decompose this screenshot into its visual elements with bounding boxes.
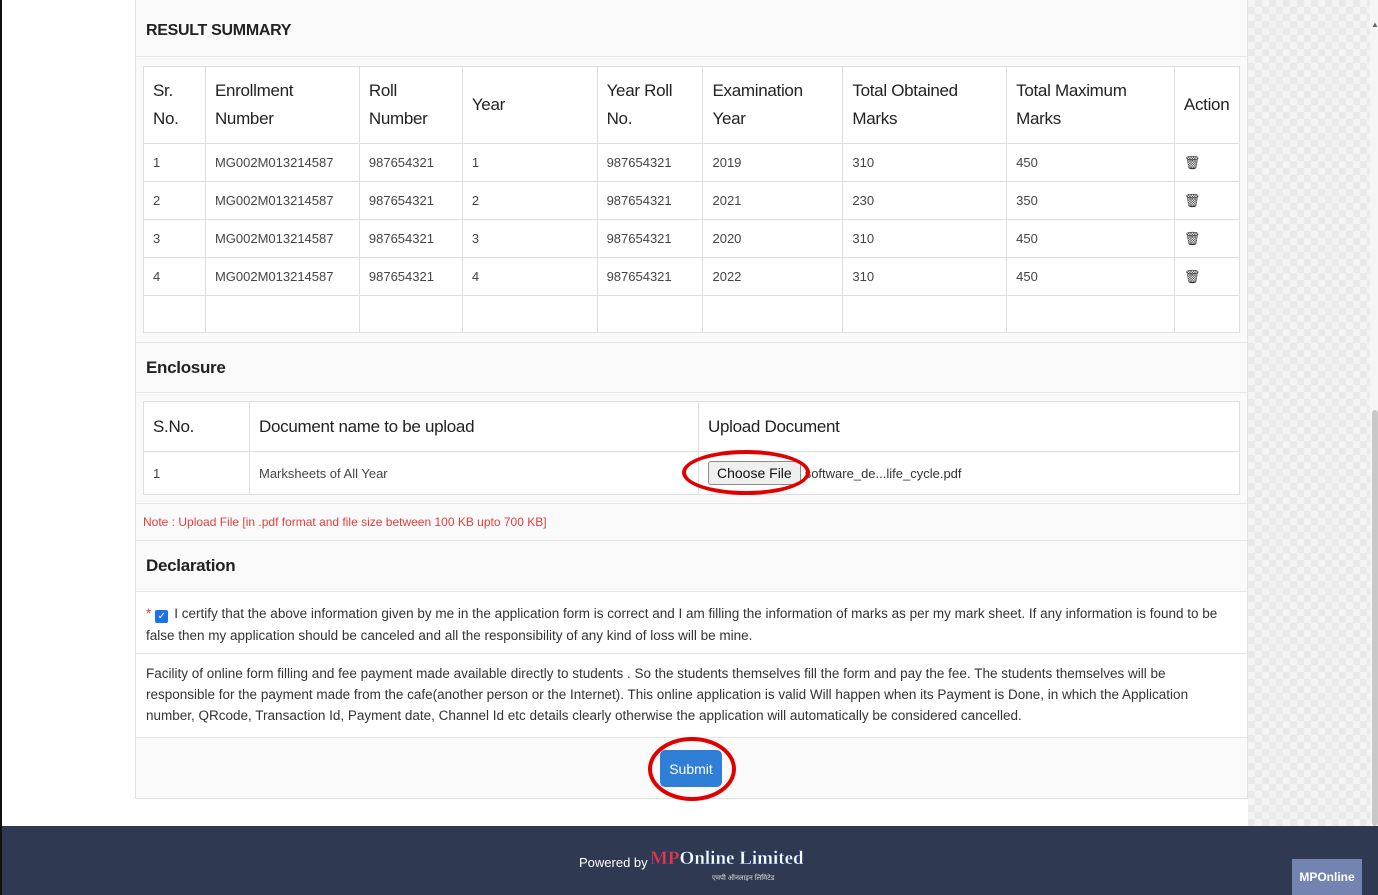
cell-year: 1 — [461, 143, 598, 182]
form-container: RESULT SUMMARY Sr. No. Enrollment Number… — [135, 0, 1248, 799]
cell-year: 3 — [461, 219, 598, 258]
highlight-ring-choose-file — [682, 450, 810, 495]
declaration-text: I certify that the above information giv… — [146, 606, 1218, 643]
table-header-row: Sr. No. Enrollment Number Roll Number Ye… — [143, 66, 1241, 144]
col-upload-document: Upload Document — [698, 401, 1240, 452]
cell-action: 🗑 — [1173, 143, 1241, 182]
result-summary-table: Sr. No. Enrollment Number Roll Number Ye… — [143, 66, 1241, 333]
cell-enrollment: MG002M013214587 — [204, 257, 360, 296]
table-row: 3 MG002M013214587 987654321 3 987654321 … — [143, 219, 1241, 258]
col-enrollment-number: Enrollment Number — [204, 66, 360, 144]
divider — [136, 56, 1247, 57]
selected-file-name: software_de...life_cycle.pdf — [804, 466, 962, 481]
col-sr-no: Sr. No. — [143, 66, 206, 144]
cell-sr-no: 3 — [143, 219, 206, 258]
cell-sr-no: 2 — [143, 181, 206, 220]
cell-action: 🗑 — [1173, 219, 1241, 258]
cell-roll: 987654321 — [358, 257, 463, 296]
col-total-maximum-marks: Total Maximum Marks — [1006, 66, 1175, 144]
trash-icon[interactable]: 🗑 — [1184, 155, 1201, 170]
cell-year: 4 — [461, 257, 598, 296]
col-examination-year: Examination Year — [702, 66, 844, 144]
cell-obtained: 310 — [842, 219, 1008, 258]
enclosure-title: Enclosure — [146, 358, 226, 377]
logo-rest: Online Limited — [679, 848, 804, 869]
cell-exam-year: 2020 — [702, 219, 844, 258]
table-row: 2 MG002M013214587 987654321 2 987654321 … — [143, 181, 1241, 220]
right-margin-pattern — [1248, 0, 1370, 826]
logo-subtitle: एमपी ऑनलाइन लिमिटेड — [712, 875, 775, 882]
table-row-empty — [143, 295, 1241, 333]
cell-action: 🗑 — [1173, 181, 1241, 220]
cell-maximum: 450 — [1006, 257, 1175, 296]
cell-enrollment: MG002M013214587 — [204, 181, 360, 220]
col-sno: S.No. — [143, 401, 250, 452]
cell-year-roll: 987654321 — [596, 257, 704, 296]
cell-year-roll: 987654321 — [596, 181, 704, 220]
cell-exam-year: 2019 — [702, 143, 844, 182]
footer: Powered by MPOnline Limited एमपी ऑनलाइन … — [2, 826, 1378, 895]
cell-enrollment: MG002M013214587 — [204, 143, 360, 182]
divider — [136, 503, 1247, 504]
table-row: 4 MG002M013214587 987654321 4 987654321 … — [143, 257, 1241, 296]
cell-sr-no: 1 — [143, 143, 206, 182]
upload-note: Note : Upload File [in .pdf format and f… — [143, 515, 547, 529]
divider — [136, 342, 1247, 343]
divider — [136, 392, 1247, 393]
col-document-name: Document name to be upload — [249, 401, 699, 452]
cell-year: 2 — [461, 181, 598, 220]
col-total-obtained-marks: Total Obtained Marks — [842, 66, 1008, 144]
cell-year-roll: 987654321 — [596, 143, 704, 182]
cell-roll: 987654321 — [358, 143, 463, 182]
scrollbar-thumb[interactable] — [1372, 410, 1378, 826]
declaration-statement: * ✓ I certify that the above information g… — [136, 591, 1247, 654]
highlight-ring-submit — [648, 737, 736, 801]
table-header-row: S.No. Document name to be upload Upload … — [143, 401, 1240, 452]
table-row: 1 MG002M013214587 987654321 1 987654321 … — [143, 143, 1241, 182]
cell-maximum: 450 — [1006, 219, 1175, 258]
cell-maximum: 350 — [1006, 181, 1175, 220]
col-year-roll-no: Year Roll No. — [596, 66, 704, 144]
trash-icon[interactable]: 🗑 — [1184, 231, 1201, 246]
mponline-logo: MPOnline Limited एमपी ऑनलाइन लिमिटेड — [650, 848, 805, 882]
scroll-up-arrow-icon[interactable]: ▲ — [1371, 20, 1378, 29]
declaration-title: Declaration — [146, 556, 236, 575]
cell-exam-year: 2021 — [702, 181, 844, 220]
powered-by-label: Powered by — [579, 855, 648, 870]
col-roll-number: Roll Number — [358, 66, 463, 144]
logo-mp: MP — [650, 848, 680, 869]
divider — [136, 540, 1247, 541]
left-margin — [2, 0, 137, 826]
cell-obtained: 310 — [842, 257, 1008, 296]
cell-sr-no: 4 — [143, 257, 206, 296]
col-year: Year — [461, 66, 598, 144]
mponline-badge[interactable]: MPOnline — [1292, 859, 1362, 895]
cell-obtained: 230 — [842, 181, 1008, 220]
cell-maximum: 450 — [1006, 143, 1175, 182]
cell-year-roll: 987654321 — [596, 219, 704, 258]
cell-sno: 1 — [143, 451, 250, 495]
cell-exam-year: 2022 — [702, 257, 844, 296]
required-mark: * — [146, 606, 152, 621]
cell-enrollment: MG002M013214587 — [204, 219, 360, 258]
col-action: Action — [1173, 66, 1241, 144]
facility-text: Facility of online form filling and fee … — [146, 666, 1189, 723]
cell-roll: 987654321 — [358, 181, 463, 220]
cell-roll: 987654321 — [358, 219, 463, 258]
declaration-checkbox[interactable]: ✓ — [155, 610, 169, 623]
cell-action: 🗑 — [1173, 257, 1241, 296]
facility-info: Facility of online form filling and fee … — [136, 655, 1247, 738]
result-summary-title: RESULT SUMMARY — [146, 22, 292, 39]
trash-icon[interactable]: 🗑 — [1184, 193, 1201, 208]
trash-icon[interactable]: 🗑 — [1184, 269, 1201, 284]
cell-document-name: Marksheets of All Year — [249, 451, 699, 495]
cell-obtained: 310 — [842, 143, 1008, 182]
